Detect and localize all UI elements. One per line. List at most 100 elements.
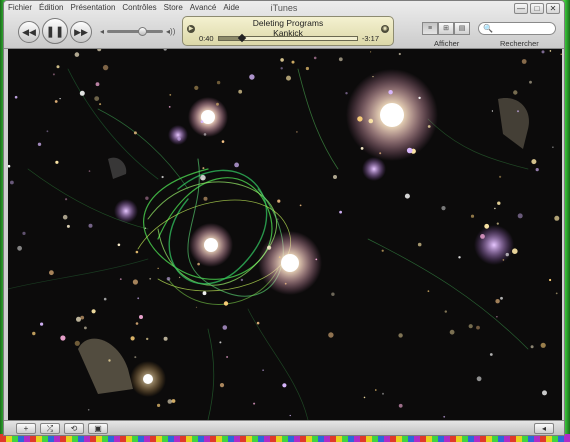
- particle: [197, 262, 200, 266]
- particle: [277, 218, 279, 220]
- repeat-button[interactable]: ⟲: [64, 423, 84, 434]
- particle: [458, 256, 461, 259]
- particle: [87, 409, 90, 411]
- particle: [17, 245, 22, 251]
- particle: [541, 50, 545, 54]
- particle: [375, 389, 377, 391]
- track-title: Deleting Programs: [252, 18, 324, 28]
- previous-icon: ◀◀: [22, 26, 36, 37]
- particle: [529, 80, 532, 84]
- shuffle-icon: ⤮: [46, 424, 54, 433]
- shuffle-button[interactable]: ⤮: [40, 423, 60, 434]
- particle: [166, 277, 171, 281]
- particle: [345, 92, 348, 95]
- particle: [132, 279, 138, 285]
- window-title: iTunes: [270, 3, 298, 13]
- search-icon: 🔍: [483, 24, 493, 33]
- playhead[interactable]: [237, 33, 247, 43]
- particle: [108, 359, 111, 362]
- particle: [163, 49, 167, 51]
- particle: [171, 399, 176, 403]
- particle: [22, 231, 26, 235]
- particle: [146, 337, 149, 341]
- particle: [194, 85, 199, 90]
- particle: [531, 159, 537, 165]
- particle: [417, 242, 422, 247]
- particle: [54, 100, 58, 103]
- display-mode-icon[interactable]: ▶: [187, 25, 195, 33]
- particle: [517, 110, 519, 113]
- particle: [202, 291, 207, 296]
- volume-low-icon: ◂: [100, 27, 105, 36]
- particle: [195, 306, 198, 308]
- particle: [313, 56, 317, 60]
- plus-icon: +: [23, 424, 29, 433]
- genius-icon[interactable]: ◉: [381, 25, 389, 33]
- particle: [60, 335, 66, 341]
- view-grid-button[interactable]: ⊞: [438, 22, 454, 35]
- bottom-bar: + ⤮ ⟲ ▣ ◂: [4, 420, 564, 435]
- particle: [333, 175, 337, 179]
- previous-button[interactable]: ◀◀: [18, 21, 40, 43]
- particle: [418, 96, 421, 100]
- particle: [95, 82, 100, 87]
- add-playlist-button[interactable]: +: [16, 423, 36, 434]
- visualizer-toggle-button[interactable]: ◂: [534, 423, 554, 434]
- view-selector: ≡ ⊞ ▤: [422, 22, 470, 35]
- particle: [139, 315, 143, 319]
- progress-bar[interactable]: [217, 33, 358, 43]
- view-coverflow-button[interactable]: ▤: [454, 22, 470, 35]
- view-list-button[interactable]: ≡: [422, 22, 438, 35]
- particle: [549, 278, 552, 282]
- particle: [8, 164, 11, 168]
- particle: [331, 292, 335, 296]
- particle: [202, 167, 205, 170]
- particle: [133, 131, 137, 135]
- particle: [406, 147, 413, 154]
- particle: [177, 137, 181, 141]
- close-button[interactable]: ✕: [546, 3, 560, 14]
- particle: [200, 174, 206, 181]
- particle: [328, 332, 334, 338]
- particle: [134, 356, 137, 359]
- search-input[interactable]: 🔍: [478, 22, 556, 35]
- toolbar: Fichier Édition Présentation Contrôles S…: [4, 1, 564, 49]
- particle: [62, 214, 68, 220]
- artwork-toggle-button[interactable]: ▣: [88, 423, 108, 434]
- next-button[interactable]: ▶▶: [70, 21, 92, 43]
- pause-button[interactable]: ❚❚: [42, 18, 68, 44]
- particle: [56, 65, 60, 69]
- particle: [535, 168, 539, 172]
- particle: [476, 325, 480, 330]
- visualizer: [8, 49, 562, 420]
- volume-knob[interactable]: [137, 27, 147, 36]
- particle: [278, 256, 281, 258]
- particle: [97, 49, 102, 52]
- maximize-button[interactable]: □: [530, 3, 544, 14]
- particle: [381, 249, 384, 252]
- particle: [305, 66, 309, 71]
- particle: [540, 342, 546, 348]
- glow-orbs: [114, 69, 514, 397]
- particle: [74, 340, 80, 346]
- particle: [315, 258, 318, 261]
- particle: [513, 90, 518, 95]
- volume-slider[interactable]: [107, 27, 164, 36]
- particle: [497, 201, 501, 205]
- particle: [530, 345, 534, 349]
- particle: [441, 206, 446, 211]
- particle: [161, 175, 164, 179]
- particle: [94, 96, 100, 101]
- particle: [555, 292, 558, 295]
- minimize-button[interactable]: —: [514, 3, 528, 14]
- particle: [119, 278, 122, 280]
- particle: [267, 245, 272, 250]
- particle: [500, 296, 503, 300]
- particle: [484, 223, 490, 229]
- particle: [554, 215, 560, 221]
- particle: [521, 59, 527, 64]
- particle: [32, 331, 36, 336]
- particle: [216, 80, 221, 85]
- particle: [398, 52, 401, 56]
- particle: [168, 106, 171, 108]
